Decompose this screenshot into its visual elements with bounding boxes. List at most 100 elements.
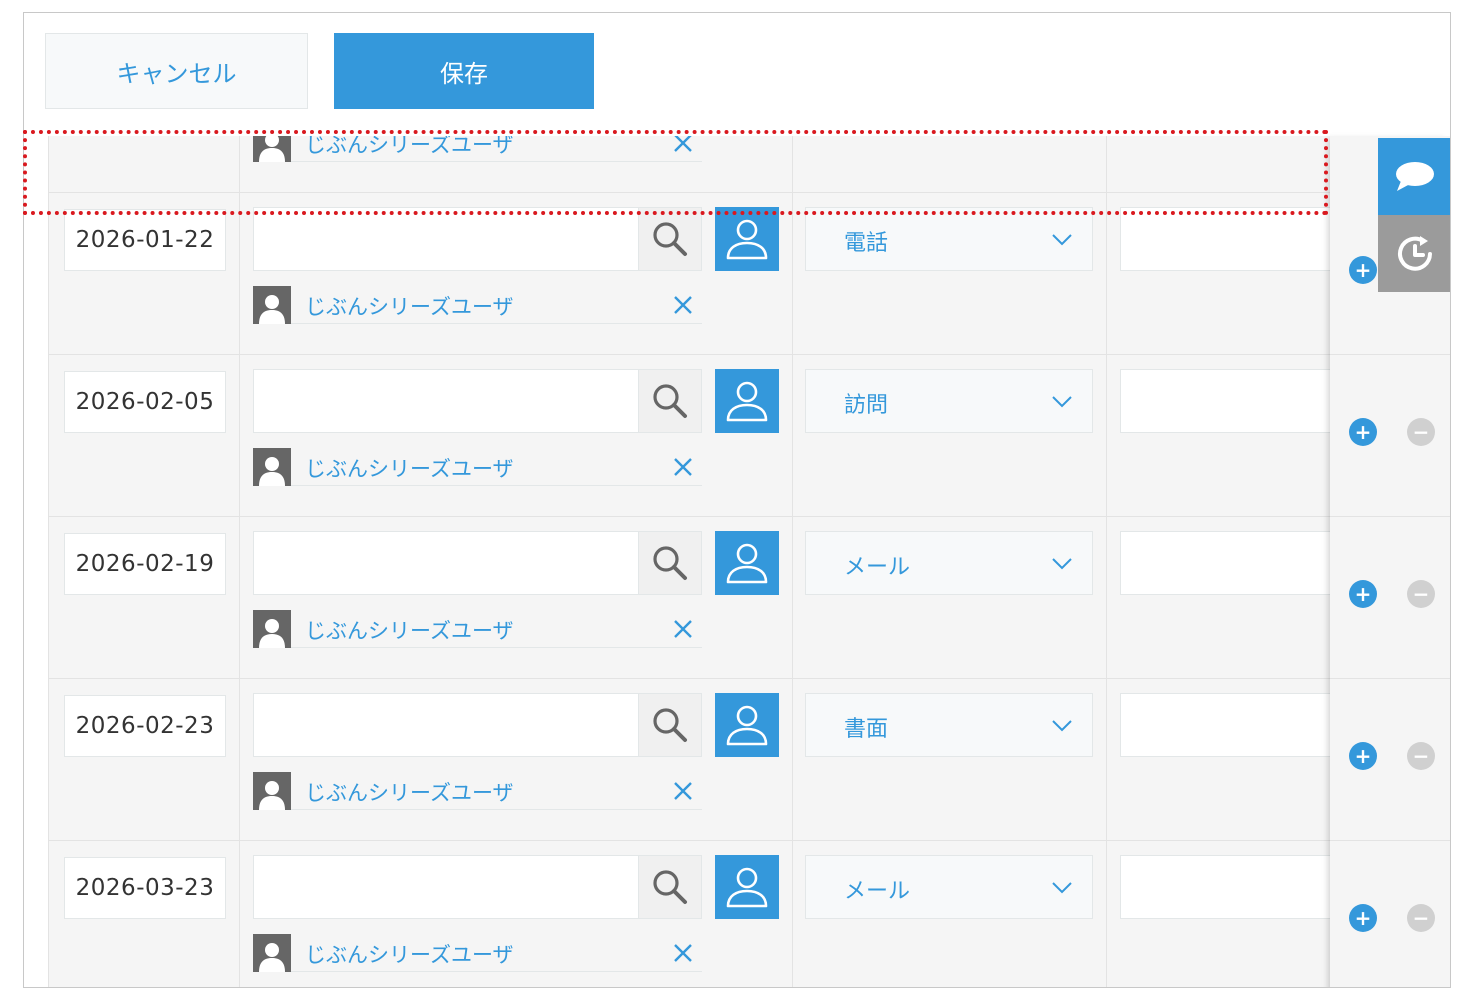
add-row-button[interactable]: +	[1349, 904, 1377, 932]
user-picker-icon	[726, 219, 768, 260]
row-actions: + −	[1330, 679, 1450, 841]
close-icon[interactable]	[671, 941, 695, 965]
chevron-down-icon	[1052, 882, 1072, 894]
search-icon	[653, 222, 687, 256]
text-input[interactable]	[1120, 693, 1330, 757]
close-icon[interactable]	[671, 293, 695, 317]
user-chip-name[interactable]: じぶんシリーズユーザ	[305, 939, 514, 969]
add-row-button[interactable]: +	[1349, 580, 1377, 608]
user-avatar-icon	[253, 934, 291, 972]
date-input[interactable]: 2026-01-22	[64, 209, 226, 271]
user-chip: じぶんシリーズユーザ	[253, 934, 702, 972]
app-frame: キャンセル 保存 じぶんシリーズユーザ 2026-01-22 じぶんシリーズユー…	[23, 12, 1451, 988]
user-chip-name[interactable]: じぶんシリーズユーザ	[305, 291, 514, 321]
close-icon[interactable]	[671, 617, 695, 641]
user-search-input[interactable]	[253, 693, 639, 757]
minus-icon: −	[1412, 420, 1430, 444]
user-avatar-icon	[253, 772, 291, 810]
user-chip: じぶんシリーズユーザ	[253, 772, 702, 810]
plus-icon: +	[1354, 582, 1372, 606]
history-button[interactable]	[1378, 215, 1450, 292]
row-actions: + −	[1330, 517, 1450, 679]
chevron-down-icon	[1052, 234, 1072, 246]
plus-icon: +	[1354, 906, 1372, 930]
contact-method-select[interactable]: 書面	[805, 693, 1093, 757]
date-input[interactable]: 2026-02-19	[64, 533, 226, 595]
minus-icon: −	[1412, 582, 1430, 606]
user-chip-name[interactable]: じぶんシリーズユーザ	[305, 453, 514, 483]
user-chip-name[interactable]: じぶんシリーズユーザ	[305, 615, 514, 645]
text-input[interactable]	[1120, 369, 1330, 433]
user-search-input[interactable]	[253, 369, 639, 433]
search-button[interactable]	[638, 531, 702, 595]
user-picker-icon	[726, 543, 768, 584]
date-input[interactable]: 2026-03-23	[64, 857, 226, 919]
text-input[interactable]	[1120, 855, 1330, 919]
row-actions: + −	[1330, 841, 1450, 987]
text-input[interactable]	[1120, 531, 1330, 595]
cancel-button[interactable]: キャンセル	[45, 33, 308, 109]
search-icon	[653, 708, 687, 742]
table-row: 2026-02-19 じぶんシリーズユーザ メール	[49, 517, 1330, 679]
user-picker-button[interactable]	[715, 207, 779, 271]
user-search-input[interactable]	[253, 207, 639, 271]
chevron-down-icon	[1052, 720, 1072, 732]
contact-method-select[interactable]: メール	[805, 531, 1093, 595]
plus-icon: +	[1354, 420, 1372, 444]
user-avatar-icon	[253, 610, 291, 648]
search-button[interactable]	[638, 207, 702, 271]
table-row: 2026-02-05 じぶんシリーズユーザ 訪問	[49, 355, 1330, 517]
user-avatar-icon	[253, 286, 291, 324]
table-row: 2026-02-23 じぶんシリーズユーザ 書面	[49, 679, 1330, 841]
user-picker-icon	[726, 867, 768, 908]
user-chip-name[interactable]: じぶんシリーズユーザ	[305, 777, 514, 807]
user-avatar-icon	[253, 136, 291, 162]
user-avatar-icon	[253, 448, 291, 486]
select-value: メール	[844, 879, 911, 904]
comment-button[interactable]	[1378, 138, 1450, 215]
user-picker-button[interactable]	[715, 693, 779, 757]
user-search-input[interactable]	[253, 531, 639, 595]
remove-row-button[interactable]: −	[1407, 904, 1435, 932]
date-input[interactable]: 2026-02-05	[64, 371, 226, 433]
remove-row-button[interactable]: −	[1407, 580, 1435, 608]
user-picker-icon	[726, 705, 768, 746]
comment-icon	[1395, 161, 1434, 191]
date-input[interactable]: 2026-02-23	[64, 695, 226, 757]
close-icon[interactable]	[671, 455, 695, 479]
record-table: じぶんシリーズユーザ 2026-01-22 じぶんシリーズユーザ 電話 2026…	[48, 136, 1330, 987]
add-row-button[interactable]: +	[1349, 418, 1377, 446]
select-value: メール	[844, 555, 911, 580]
row-actions: + −	[1330, 355, 1450, 517]
search-button[interactable]	[638, 693, 702, 757]
user-chip: じぶんシリーズユーザ	[253, 448, 702, 486]
user-picker-button[interactable]	[715, 369, 779, 433]
select-value: 電話	[844, 231, 889, 256]
add-row-button[interactable]: +	[1349, 256, 1377, 284]
text-input[interactable]	[1120, 207, 1330, 271]
save-button[interactable]: 保存	[334, 33, 594, 109]
select-value: 訪問	[844, 393, 889, 418]
minus-icon: −	[1412, 906, 1430, 930]
close-icon[interactable]	[671, 779, 695, 803]
remove-row-button[interactable]: −	[1407, 418, 1435, 446]
user-picker-button[interactable]	[715, 531, 779, 595]
search-button[interactable]	[638, 369, 702, 433]
add-row-button[interactable]: +	[1349, 742, 1377, 770]
close-icon[interactable]	[671, 136, 695, 155]
user-search-input[interactable]	[253, 855, 639, 919]
contact-method-select[interactable]: 電話	[805, 207, 1093, 271]
user-picker-button[interactable]	[715, 855, 779, 919]
user-chip: じぶんシリーズユーザ	[253, 286, 702, 324]
plus-icon: +	[1354, 744, 1372, 768]
user-chip-name[interactable]: じぶんシリーズユーザ	[305, 136, 514, 159]
search-button[interactable]	[638, 855, 702, 919]
contact-method-select[interactable]: メール	[805, 855, 1093, 919]
chevron-down-icon	[1052, 396, 1072, 408]
contact-method-select[interactable]: 訪問	[805, 369, 1093, 433]
history-icon	[1397, 235, 1432, 271]
remove-row-button[interactable]: −	[1407, 742, 1435, 770]
user-picker-icon	[726, 381, 768, 422]
search-icon	[653, 546, 687, 580]
table-row: 2026-01-22 じぶんシリーズユーザ 電話	[49, 193, 1330, 355]
